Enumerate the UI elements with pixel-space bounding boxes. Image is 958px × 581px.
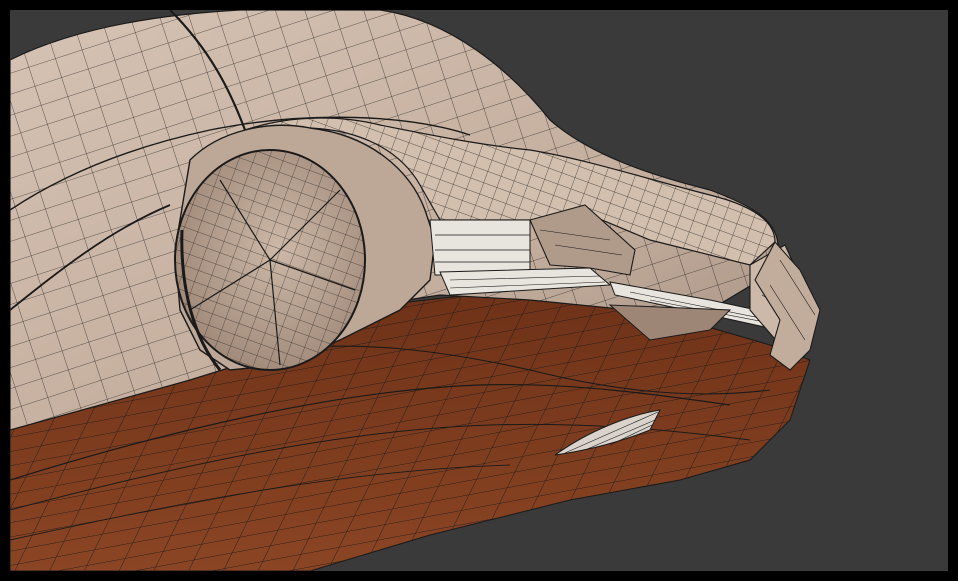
wireframe-render: [10, 10, 821, 571]
3d-viewport[interactable]: [10, 10, 948, 571]
viewport-frame: [0, 0, 958, 581]
